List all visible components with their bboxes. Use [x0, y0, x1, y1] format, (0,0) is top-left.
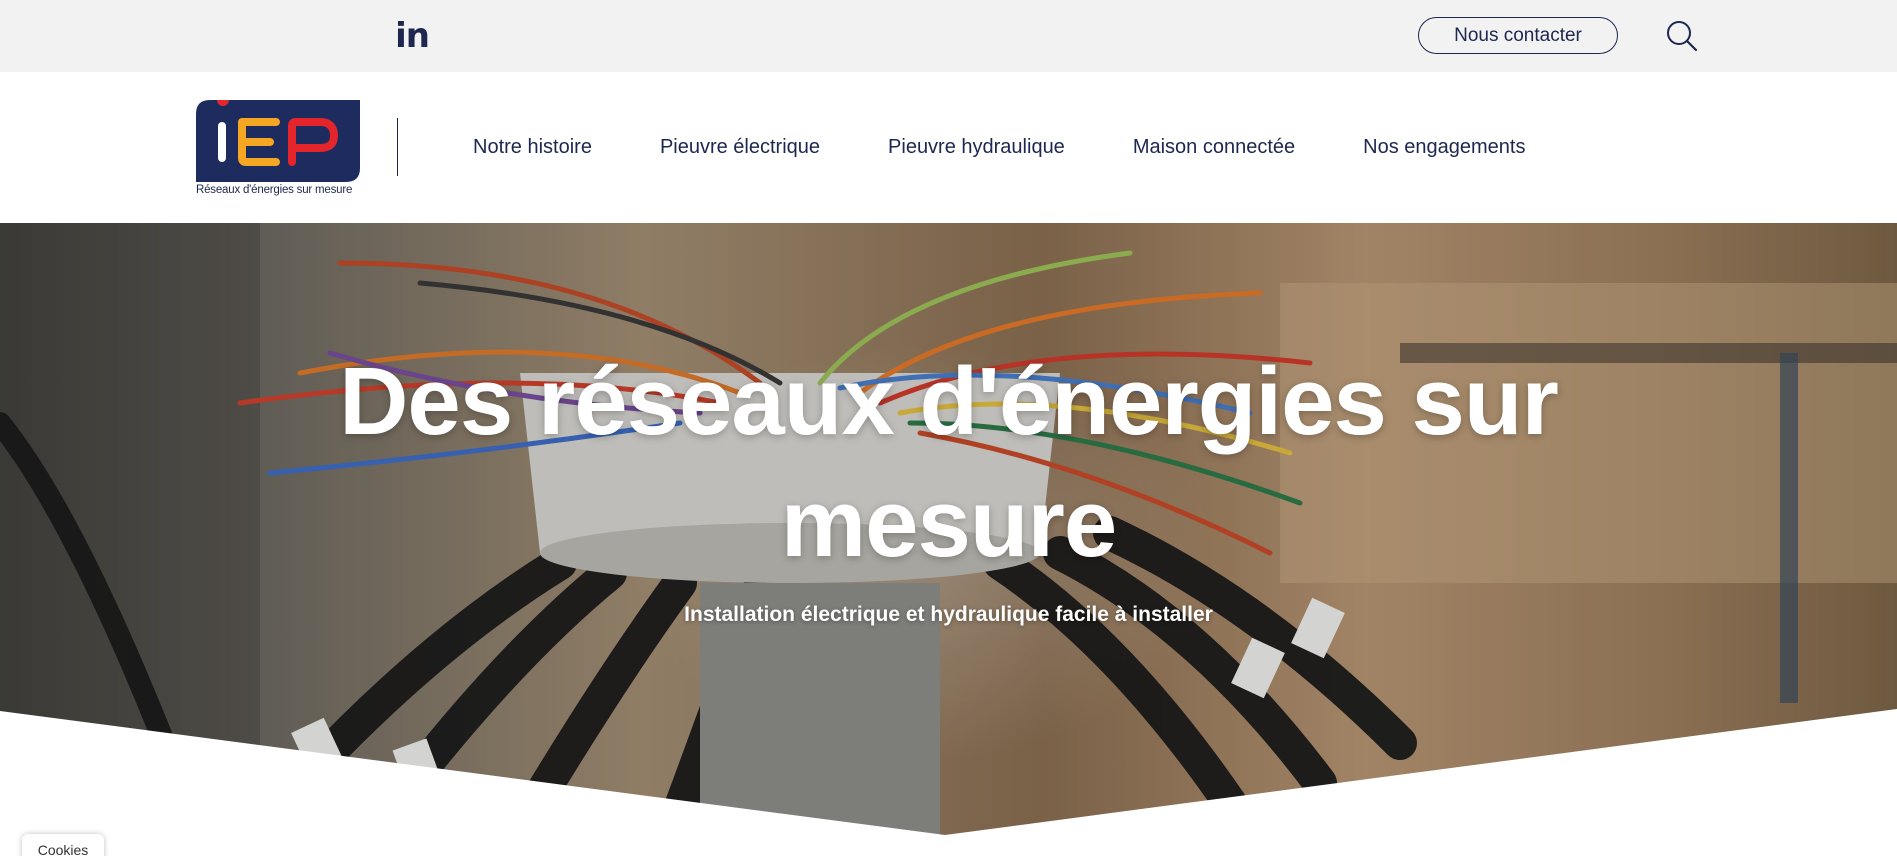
- nav-item-pieuvre-electrique[interactable]: Pieuvre électrique: [660, 136, 820, 159]
- logo-tagline: Réseaux d'énergies sur mesure: [196, 184, 353, 196]
- contact-button[interactable]: Nous contacter: [1418, 17, 1618, 54]
- cookies-button[interactable]: Cookies: [22, 834, 104, 856]
- linkedin-icon[interactable]: in: [394, 16, 430, 56]
- hero-subtitle: Installation électrique et hydraulique f…: [684, 603, 1213, 626]
- main-header: Réseaux d'énergies sur mesure Notre hist…: [0, 72, 1897, 223]
- nav-item-pieuvre-hydraulique[interactable]: Pieuvre hydraulique: [888, 136, 1065, 159]
- logo-mark-icon: [196, 94, 360, 182]
- nav-item-nos-engagements[interactable]: Nos engagements: [1363, 136, 1525, 159]
- header-divider: [397, 118, 398, 176]
- hero-title: Des réseaux d'énergies sur mesure: [339, 348, 1559, 577]
- iep-logo[interactable]: Réseaux d'énergies sur mesure: [196, 94, 364, 200]
- top-utility-bar: in Nous contacter: [0, 0, 1897, 72]
- search-icon[interactable]: [1664, 18, 1700, 54]
- hero-banner: Des réseaux d'énergies sur mesure Instal…: [0, 223, 1897, 856]
- nav-item-maison-connectee[interactable]: Maison connectée: [1133, 136, 1295, 159]
- nav-item-notre-histoire[interactable]: Notre histoire: [473, 136, 592, 159]
- main-nav: Notre histoire Pieuvre électrique Pieuvr…: [473, 72, 1593, 223]
